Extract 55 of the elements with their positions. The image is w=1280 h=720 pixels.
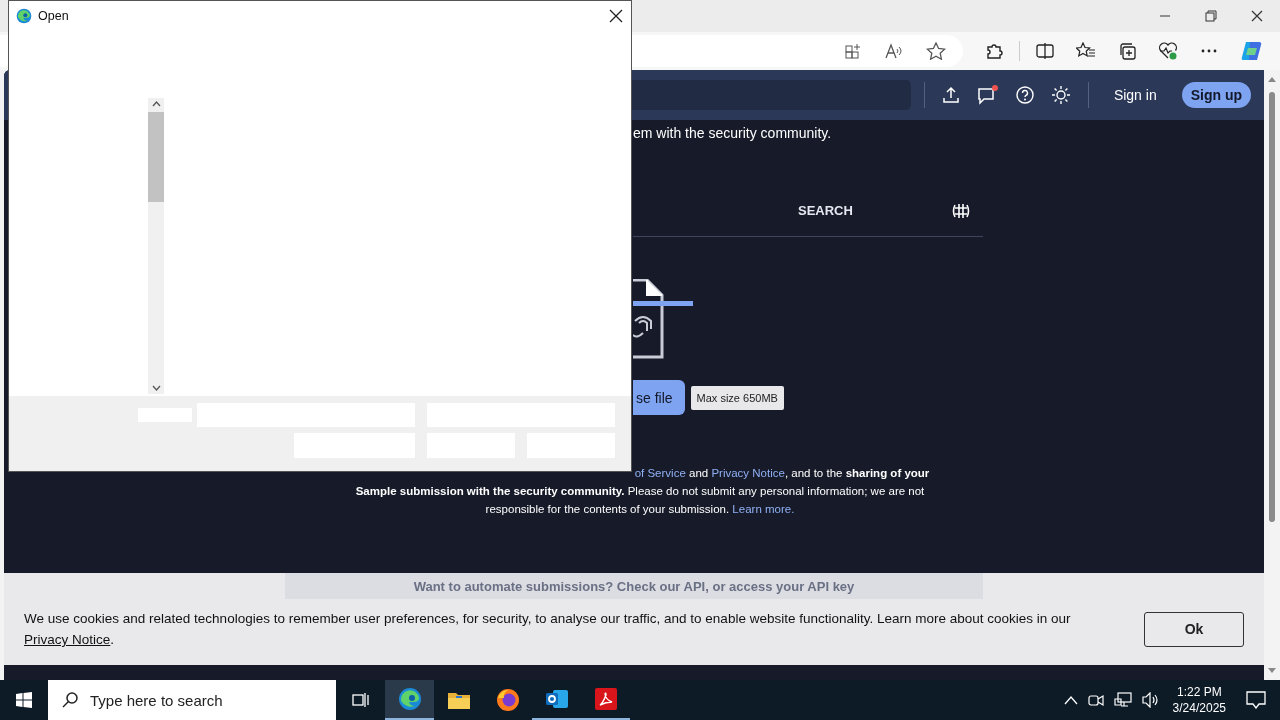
time-text: 1:22 PM — [1176, 684, 1222, 700]
edge-icon — [397, 687, 422, 711]
restore-icon[interactable] — [1205, 10, 1217, 22]
ok-button[interactable]: Ok — [1144, 611, 1244, 647]
sign-in-link[interactable]: Sign in — [1113, 87, 1157, 103]
upload-icon[interactable] — [941, 86, 960, 104]
star-icon[interactable] — [926, 42, 946, 60]
privacy-notice-link[interactable]: Privacy Notice — [24, 632, 111, 647]
taskbar-app[interactable] — [385, 680, 434, 720]
app-grid-icon[interactable] — [844, 42, 862, 60]
theme-icon[interactable] — [1050, 85, 1071, 105]
chat-icon[interactable] — [976, 85, 999, 105]
search-field[interactable] — [632, 80, 911, 110]
chevron-up-icon[interactable] — [1063, 695, 1078, 705]
puzzle-icon[interactable] — [985, 42, 1003, 60]
network-icon[interactable] — [1113, 692, 1132, 708]
firefox-icon — [495, 688, 520, 712]
search-tab[interactable]: SEARCH — [798, 203, 853, 218]
max-size-label: Max size 650MB — [690, 385, 784, 410]
favorites-icon[interactable] — [1076, 42, 1096, 60]
intro-text: em with the security community. — [633, 125, 832, 141]
scroll-down-icon[interactable] — [1268, 668, 1276, 674]
clock[interactable]: 1:22 PM 3/24/2025 — [1172, 684, 1226, 716]
sign-up-button[interactable]: Sign up — [1181, 82, 1251, 108]
task-view-icon — [351, 692, 370, 708]
link[interactable]: Learn more. — [732, 503, 795, 515]
notification-icon[interactable] — [1246, 691, 1266, 709]
mail-app-icon — [544, 688, 569, 710]
split-screen-icon[interactable] — [1036, 42, 1054, 60]
date-text: 3/24/2025 — [1172, 700, 1226, 716]
search-icon — [62, 692, 78, 708]
scroll-up-icon[interactable] — [151, 101, 161, 107]
taskbar-search-field[interactable]: Type here to search — [48, 680, 336, 720]
pdf-app-icon — [594, 688, 617, 710]
folder-icon — [446, 690, 471, 710]
camera-icon[interactable] — [1087, 692, 1104, 708]
read-aloud-icon[interactable] — [884, 42, 904, 60]
choose-file-button[interactable]: se file — [633, 380, 685, 415]
windows-icon — [16, 692, 32, 708]
heartbeat-icon[interactable] — [1158, 42, 1178, 60]
collections-icon[interactable] — [1118, 42, 1136, 60]
scroll-up-icon[interactable] — [1268, 76, 1276, 82]
link[interactable]: of Service — [634, 467, 686, 479]
close-icon[interactable] — [609, 9, 623, 23]
scroll-down-icon[interactable] — [151, 385, 161, 391]
scrollbar[interactable] — [148, 98, 164, 394]
copilot-icon[interactable] — [1240, 39, 1264, 63]
api-text: Want to automate submissions? Check our API, or access your API key — [413, 578, 855, 594]
close-icon[interactable] — [1251, 10, 1263, 22]
link[interactable]: Privacy Notice — [711, 467, 785, 479]
edge-icon — [16, 8, 32, 24]
help-icon[interactable] — [1015, 86, 1034, 104]
dialog-title: Open — [38, 9, 69, 23]
cookie-text: We use cookies and related technologies to remember user preferences, for security, to analyse our traffic, and to enable website functionality. Learn more about cookies in our Privacy Notice. — [24, 610, 1072, 649]
volume-icon[interactable] — [1141, 692, 1160, 708]
